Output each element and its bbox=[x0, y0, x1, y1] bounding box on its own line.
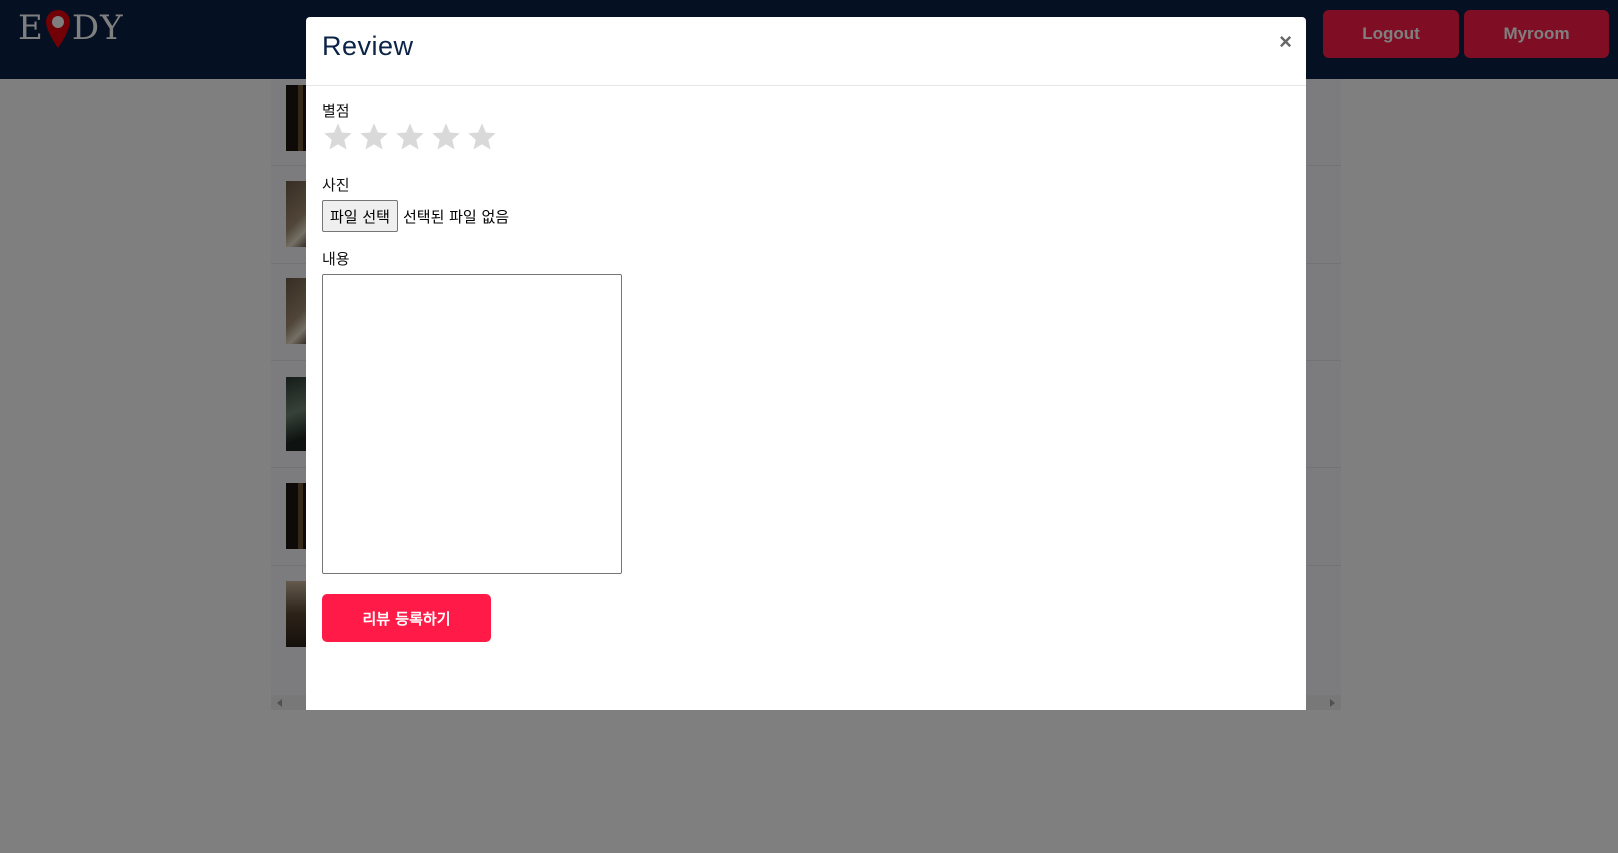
submit-review-button[interactable]: 리뷰 등록하기 bbox=[322, 594, 491, 642]
star-icon[interactable] bbox=[394, 121, 426, 153]
review-content-textarea[interactable] bbox=[322, 274, 622, 574]
content-label: 내용 bbox=[322, 250, 350, 268]
file-input[interactable]: 파일 선택 선택된 파일 없음 bbox=[322, 200, 509, 232]
close-icon[interactable]: × bbox=[1279, 27, 1292, 57]
star-icon[interactable] bbox=[430, 121, 462, 153]
rating-label: 별점 bbox=[322, 102, 350, 120]
photo-label: 사진 bbox=[322, 176, 350, 194]
review-modal-header: Review × bbox=[306, 17, 1306, 86]
file-status-text: 선택된 파일 없음 bbox=[402, 207, 510, 226]
review-modal-body: 별점 사진 파일 선택 선택된 파일 없음 내용 리뷰 등록하기 bbox=[306, 86, 1306, 710]
star-icon[interactable] bbox=[466, 121, 498, 153]
choose-file-button[interactable]: 파일 선택 bbox=[322, 200, 398, 232]
star-icon[interactable] bbox=[358, 121, 390, 153]
star-rating[interactable] bbox=[322, 121, 498, 153]
star-icon[interactable] bbox=[322, 121, 354, 153]
modal-title: Review bbox=[322, 31, 414, 61]
